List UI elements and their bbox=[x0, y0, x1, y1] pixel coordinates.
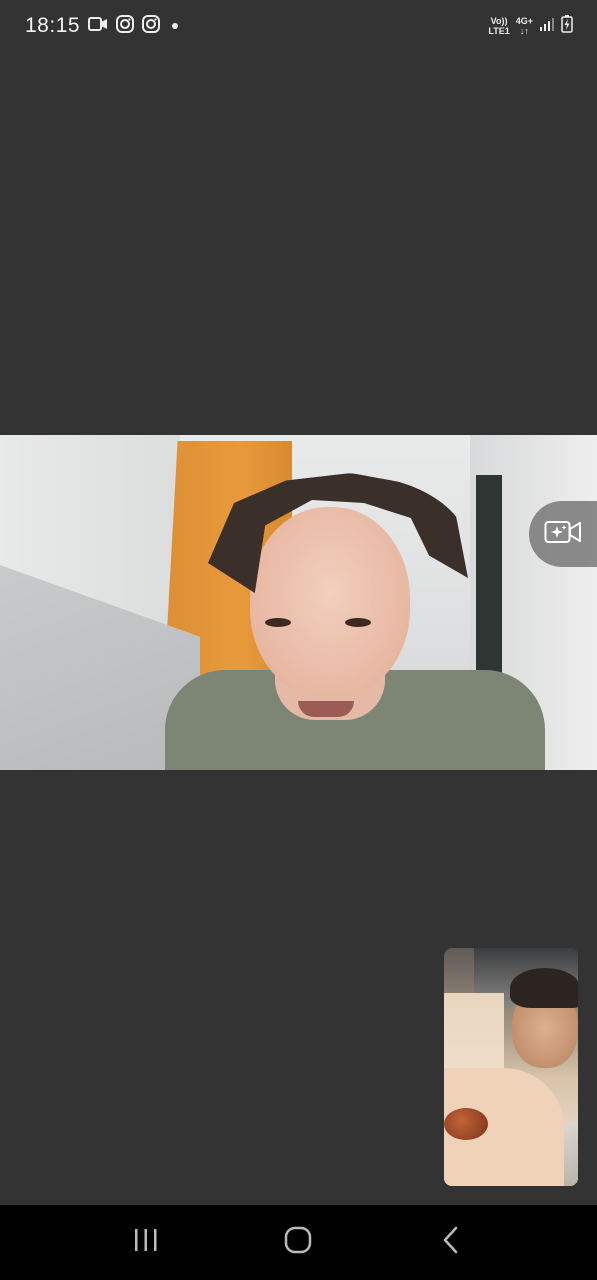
self-camera-preview[interactable] bbox=[444, 948, 578, 1186]
back-icon bbox=[441, 1226, 461, 1259]
status-left: 18:15 bbox=[25, 14, 179, 38]
volte-indicator: Vo)) LTE1 bbox=[488, 16, 509, 36]
person-eye-right bbox=[345, 618, 371, 627]
notification-dot-icon bbox=[172, 23, 179, 29]
recent-apps-button[interactable] bbox=[126, 1223, 166, 1263]
person-eye-left bbox=[265, 618, 291, 627]
camera-effects-icon bbox=[544, 519, 582, 550]
signal-icon bbox=[539, 17, 555, 36]
person-face bbox=[250, 507, 410, 697]
preview-object bbox=[444, 1108, 488, 1140]
instagram-icon bbox=[142, 14, 161, 38]
status-right: Vo)) LTE1 4G+ ↓↑ bbox=[488, 14, 573, 38]
camera-effects-button[interactable] bbox=[529, 501, 597, 567]
network-type-indicator: 4G+ ↓↑ bbox=[516, 16, 533, 36]
person-mouth bbox=[298, 701, 354, 717]
home-button[interactable] bbox=[278, 1223, 318, 1263]
battery-charging-icon bbox=[561, 14, 573, 38]
back-button[interactable] bbox=[431, 1223, 471, 1263]
home-icon bbox=[284, 1226, 312, 1259]
volte-top: Vo)) bbox=[490, 16, 508, 26]
status-bar: 18:15 Vo)) LTE1 4G+ ↓↑ bbox=[0, 0, 597, 52]
volte-bottom: LTE1 bbox=[488, 26, 510, 36]
remote-participant-video[interactable] bbox=[0, 435, 597, 770]
network-type: 4G+ bbox=[515, 16, 533, 26]
navigation-bar bbox=[0, 1205, 597, 1280]
video-call-screen: 18:15 Vo)) LTE1 4G+ ↓↑ bbox=[0, 0, 597, 1280]
instagram-icon bbox=[116, 14, 135, 38]
preview-hair bbox=[510, 968, 578, 1008]
video-call-icon bbox=[88, 16, 108, 37]
data-arrows-icon: ↓↑ bbox=[519, 26, 529, 36]
status-time: 18:15 bbox=[25, 14, 81, 37]
recent-apps-icon bbox=[133, 1228, 159, 1257]
